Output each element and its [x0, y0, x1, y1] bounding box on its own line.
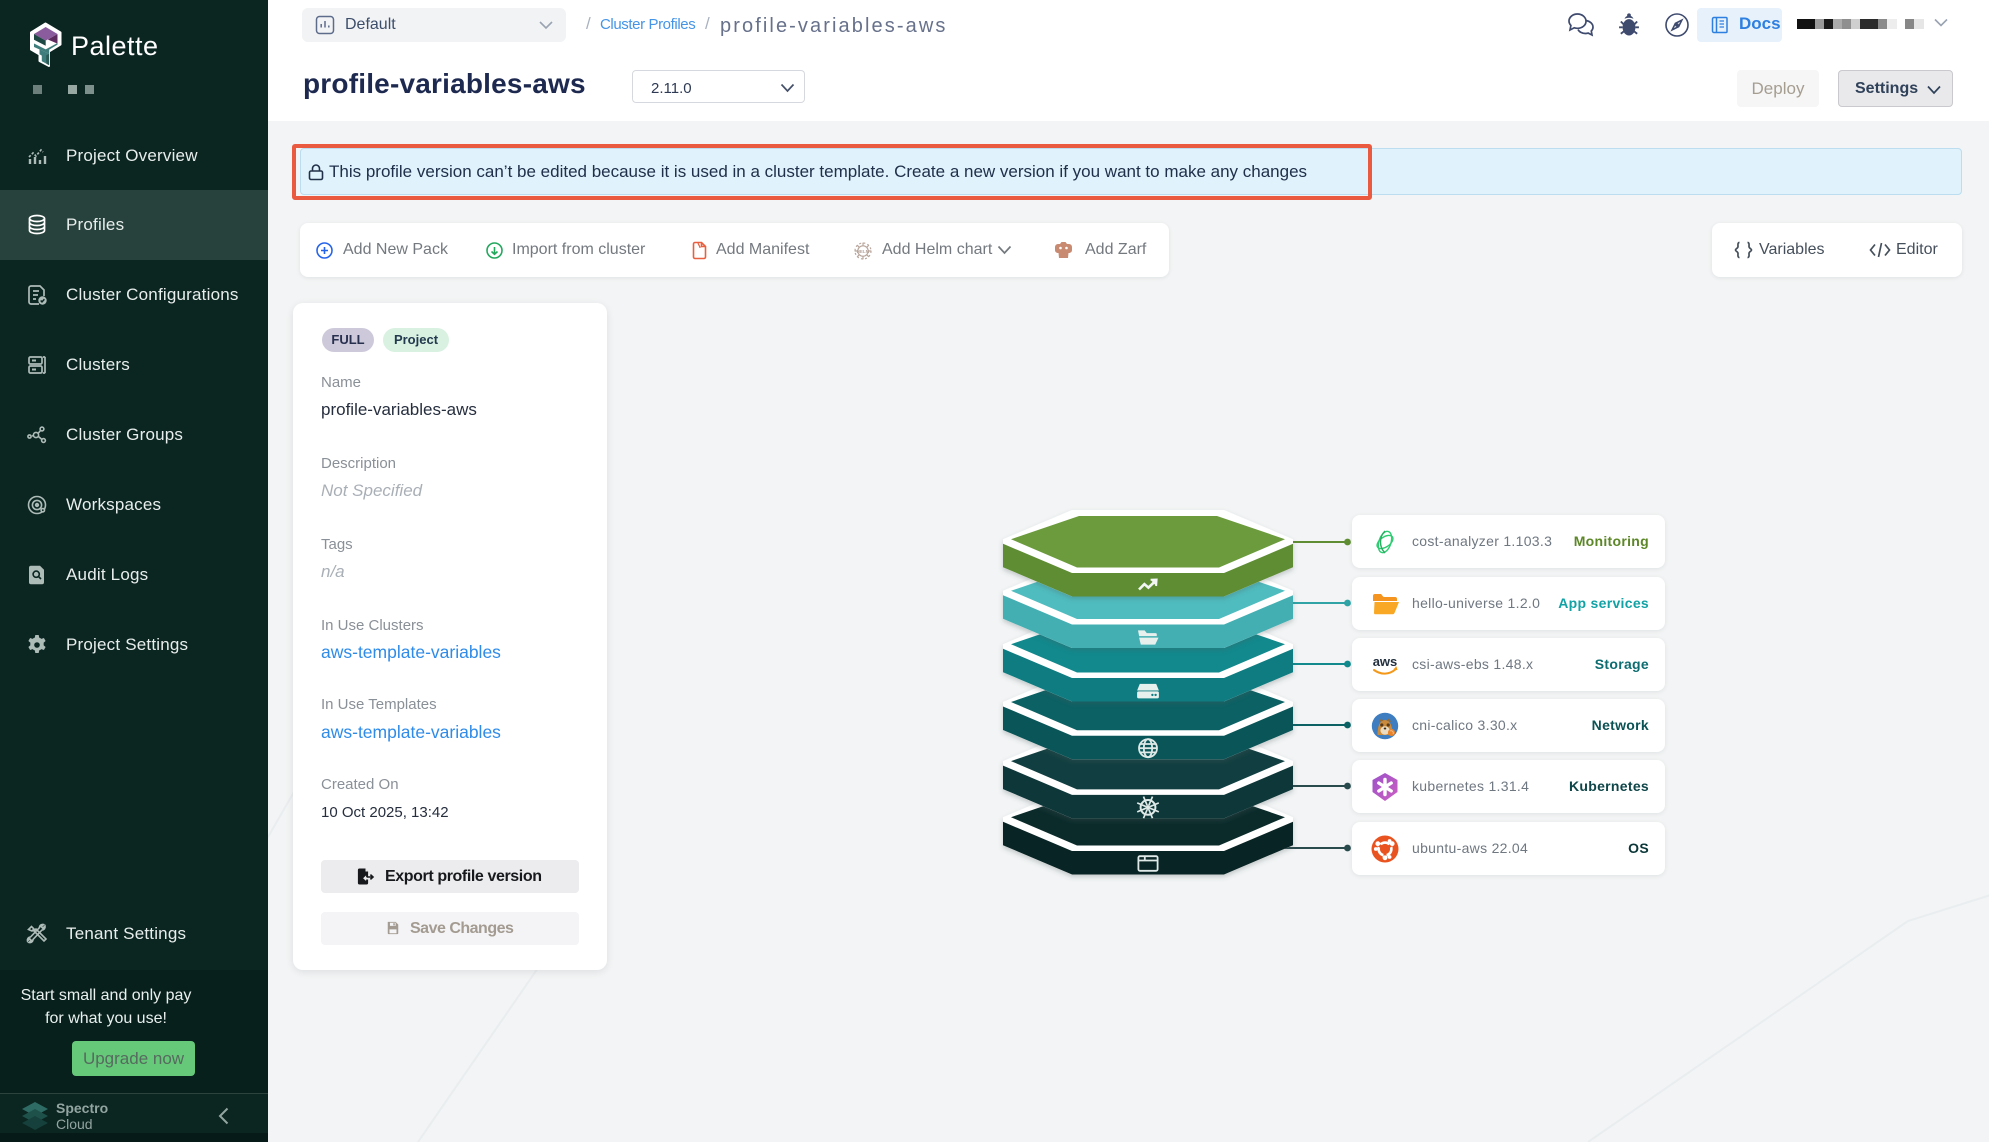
svg-text:aws: aws — [1373, 654, 1398, 669]
svg-text:HELM: HELM — [857, 249, 870, 254]
